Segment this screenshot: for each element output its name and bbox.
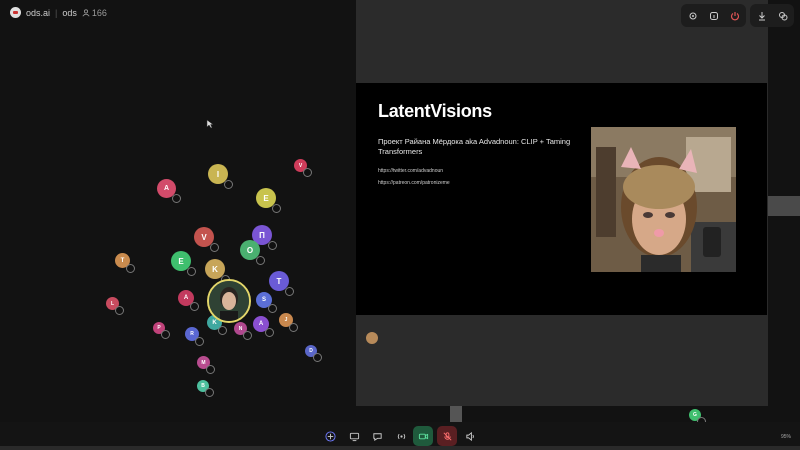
mic-status-icon xyxy=(289,323,298,332)
camera-button[interactable] xyxy=(413,426,433,446)
people-count[interactable]: 166 xyxy=(82,8,107,18)
cursor-icon xyxy=(206,119,214,129)
slide-link-twitter: https://twitter.com/advadnoun xyxy=(378,168,444,174)
leave-button[interactable] xyxy=(725,6,744,25)
panel-resize-handle[interactable] xyxy=(450,406,462,422)
mic-status-icon xyxy=(210,243,219,252)
panel-bottom-area xyxy=(356,315,768,406)
mic-button[interactable] xyxy=(437,426,457,446)
screen-share-panel: LatentVisions Проект Райана Мёрдока aka … xyxy=(356,0,768,406)
mic-status-icon xyxy=(268,241,277,250)
download-icon xyxy=(758,11,765,20)
mic-muted-icon xyxy=(443,431,451,440)
mic-status-icon xyxy=(172,194,181,203)
mic-status-icon xyxy=(206,365,215,374)
toolbar-group-secondary xyxy=(750,4,794,27)
mic-status-icon xyxy=(285,287,294,296)
slide-link-patreon: https://patreon.com/patronizeme xyxy=(378,180,450,186)
toolbar-group-main xyxy=(681,4,746,27)
camera-icon xyxy=(418,433,428,439)
slide-subtitle: Проект Райана Мёрдока aka Advadnoun: CLI… xyxy=(378,137,571,156)
top-bar: ods.ai | ods 166 xyxy=(0,0,356,28)
top-toolbar xyxy=(681,4,794,27)
broadcast-icon xyxy=(397,433,405,439)
ods-logo-icon xyxy=(10,7,21,18)
mic-status-icon xyxy=(187,267,196,276)
info-button[interactable] xyxy=(704,6,723,25)
panel-avatar[interactable] xyxy=(366,332,378,344)
separator: | xyxy=(55,7,58,18)
brand-name: ods.ai xyxy=(26,7,51,18)
speaker-button[interactable] xyxy=(460,426,480,446)
slide-title: LatentVisions xyxy=(378,101,492,121)
mic-status-icon xyxy=(268,304,277,313)
mic-status-icon xyxy=(256,256,265,265)
chat-button[interactable] xyxy=(367,426,387,446)
settings-icon xyxy=(689,12,696,19)
space-name[interactable]: ods xyxy=(62,8,77,18)
people-count-value: 166 xyxy=(91,7,107,18)
mic-status-icon xyxy=(161,330,170,339)
mic-status-icon xyxy=(218,326,227,335)
broadcast-button[interactable] xyxy=(391,426,411,446)
brand[interactable]: ods.ai | ods 166 xyxy=(10,7,107,18)
mic-status-icon xyxy=(115,306,124,315)
slide-photo xyxy=(591,127,736,272)
mic-status-icon xyxy=(243,331,252,340)
person-icon xyxy=(82,8,90,16)
settings-button[interactable] xyxy=(683,6,702,25)
chat-icon xyxy=(372,432,382,441)
speaker-icon xyxy=(465,431,474,441)
people-button[interactable] xyxy=(773,6,792,25)
mic-status-icon xyxy=(126,264,135,273)
add-icon xyxy=(324,430,336,442)
zoom-level: 95% xyxy=(781,434,792,440)
people-icon xyxy=(778,11,787,20)
mic-status-icon xyxy=(190,302,199,311)
mic-status-icon xyxy=(205,388,214,397)
mic-status-icon xyxy=(224,180,233,189)
mic-status-icon xyxy=(313,353,322,362)
mic-status-icon xyxy=(265,328,274,337)
add-button[interactable] xyxy=(320,426,340,446)
leave-icon xyxy=(730,11,739,20)
bottom-progress-line xyxy=(0,446,800,450)
shared-slide: LatentVisions Проект Райана Мёрдока aka … xyxy=(356,83,767,315)
mic-status-icon xyxy=(272,204,281,213)
screen-share-button[interactable] xyxy=(344,426,364,446)
download-button[interactable] xyxy=(752,6,771,25)
info-icon xyxy=(709,11,718,20)
mic-status-icon xyxy=(195,337,204,346)
side-scroll-handle[interactable] xyxy=(768,196,800,216)
current-user-video[interactable] xyxy=(207,279,251,323)
mic-status-icon xyxy=(303,168,312,177)
screen-share-icon xyxy=(349,432,359,441)
